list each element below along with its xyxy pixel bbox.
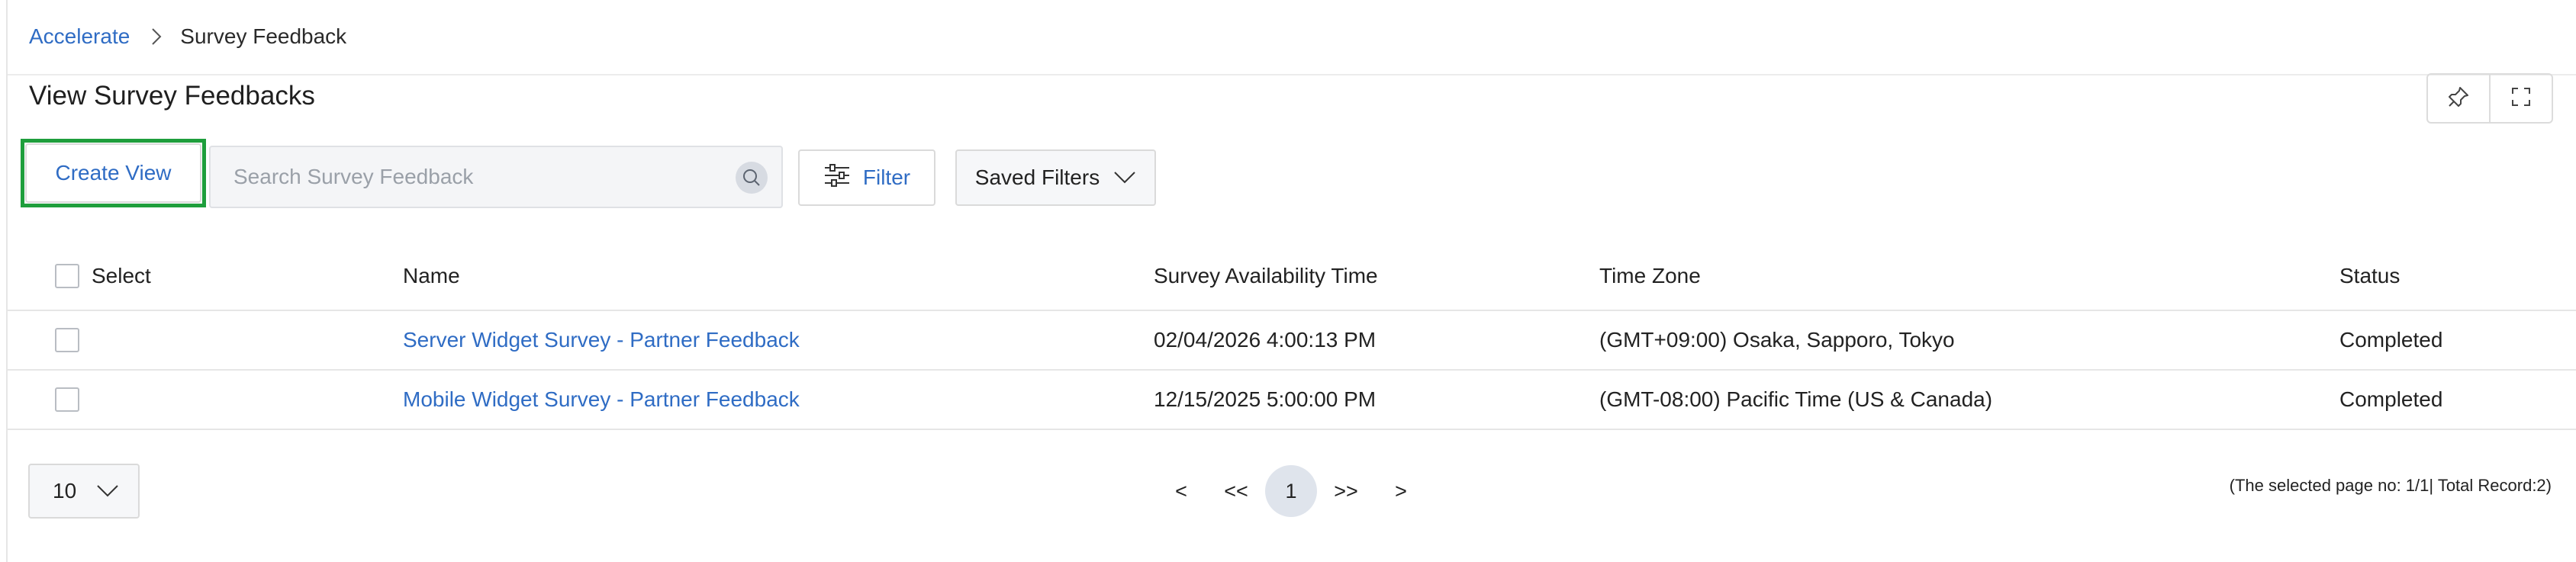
status-text: Completed — [2339, 328, 2443, 352]
saved-filters-label: Saved Filters — [974, 165, 1100, 189]
filter-label: Filter — [862, 165, 911, 189]
page-title: View Survey Feedbacks — [29, 81, 315, 111]
last-page-button[interactable]: >> — [1319, 465, 1373, 517]
pin-button[interactable] — [2428, 75, 2489, 122]
survey-feedback-table: Select Name Survey Availability Time Tim… — [8, 242, 2576, 430]
create-view-button[interactable]: Create View — [25, 143, 201, 203]
next-page-button[interactable]: > — [1373, 465, 1428, 517]
availability-column-header: Survey Availability Time — [1154, 264, 1378, 287]
fullscreen-button[interactable] — [2489, 75, 2552, 122]
survey-name-link[interactable]: Server Widget Survey - Partner Feedback — [403, 311, 800, 369]
select-all-checkbox[interactable] — [55, 264, 79, 288]
pin-icon — [2447, 85, 2470, 112]
fullscreen-icon — [2510, 85, 2533, 112]
page-record-info: (The selected page no: 1/1| Total Record… — [2229, 476, 2552, 495]
status-column-header: Status — [2339, 264, 2401, 287]
table-row: Mobile Widget Survey - Partner Feedback … — [8, 371, 2576, 430]
chevron-down-icon — [96, 479, 119, 503]
survey-name-link[interactable]: Mobile Widget Survey - Partner Feedback — [403, 371, 800, 429]
page-size-select[interactable]: 10 — [28, 464, 140, 519]
chevron-down-icon — [1113, 165, 1136, 190]
filter-button[interactable]: Filter — [798, 149, 935, 206]
breadcrumb-accelerate-link[interactable]: Accelerate — [29, 24, 130, 49]
availability-time: 02/04/2026 4:00:13 PM — [1154, 328, 1377, 352]
name-column-header: Name — [403, 264, 460, 287]
page-number-button[interactable]: 1 — [1265, 465, 1317, 517]
time-zone: (GMT-08:00) Pacific Time (US & Canada) — [1599, 387, 1993, 411]
sliders-icon — [823, 163, 851, 192]
breadcrumb: Accelerate Survey Feedback — [29, 23, 346, 50]
table-header: Select Name Survey Availability Time Tim… — [8, 242, 2576, 311]
first-page-button[interactable]: << — [1209, 465, 1264, 517]
row-select-cell — [55, 371, 79, 429]
row-checkbox[interactable] — [55, 387, 79, 412]
status-text: Completed — [2339, 387, 2443, 411]
search-input[interactable] — [233, 147, 722, 207]
timezone-column-header: Time Zone — [1599, 264, 1701, 287]
time-zone: (GMT+09:00) Osaka, Sapporo, Tokyo — [1599, 328, 1955, 352]
page-size-value: 10 — [53, 479, 77, 503]
search-icon[interactable] — [736, 162, 768, 194]
search-box — [209, 146, 783, 208]
availability-time: 12/15/2025 5:00:00 PM — [1154, 387, 1377, 411]
select-header-label: Select — [92, 264, 151, 287]
pagination: < << 1 >> > — [1154, 465, 1428, 517]
header-divider — [8, 74, 2576, 75]
breadcrumb-current: Survey Feedback — [180, 24, 347, 48]
prev-page-button[interactable]: < — [1154, 465, 1209, 517]
window-actions — [2426, 73, 2553, 124]
row-select-cell — [55, 311, 79, 369]
select-column-header: Select — [55, 242, 151, 310]
table-row: Server Widget Survey - Partner Feedback … — [8, 311, 2576, 371]
chevron-right-icon — [151, 27, 162, 46]
saved-filters-dropdown[interactable]: Saved Filters — [955, 149, 1156, 206]
row-checkbox[interactable] — [55, 328, 79, 352]
